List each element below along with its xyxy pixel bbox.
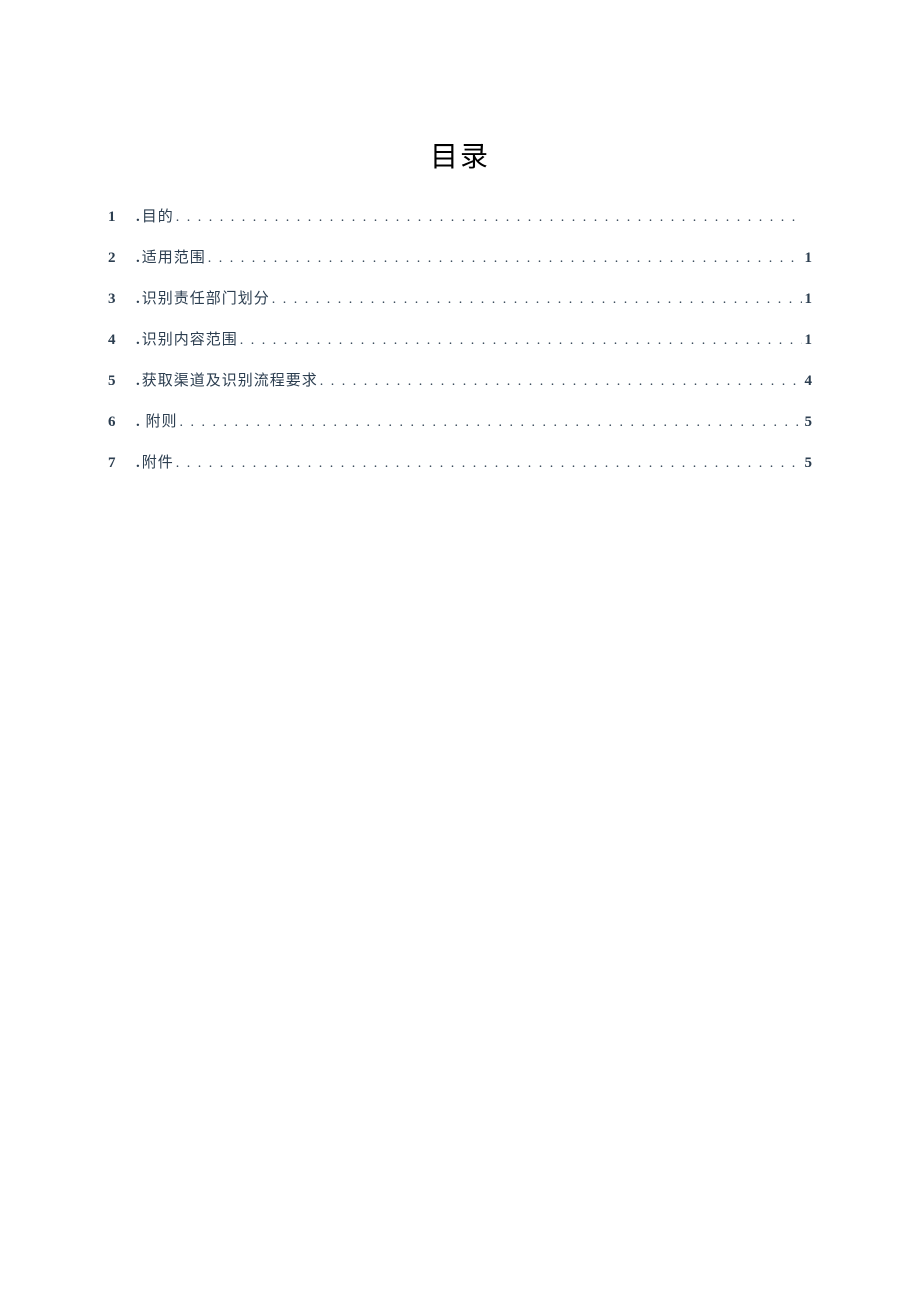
toc-leader xyxy=(238,333,802,349)
toc-number: 6 xyxy=(108,414,136,431)
toc-separator: . xyxy=(136,209,140,226)
toc-entry[interactable]: 5 . 获取渠道及识别流程要求 4 xyxy=(108,369,812,390)
toc-entry[interactable]: 6 . 附则 5 xyxy=(108,410,812,431)
toc-entry[interactable]: 3 . 识别责任部门划分 1 xyxy=(108,287,812,308)
toc-page-number: 1 xyxy=(802,250,812,267)
toc-leader xyxy=(270,292,802,308)
toc-label: 附则 xyxy=(146,410,178,431)
toc-separator: . xyxy=(136,291,140,308)
toc-label: 适用范围 xyxy=(142,246,206,267)
toc-page-number: 1 xyxy=(802,291,812,308)
toc-label: 识别责任部门划分 xyxy=(142,287,270,308)
toc-page-number: 5 xyxy=(802,455,812,472)
toc-entry[interactable]: 1 . 目的 xyxy=(108,205,812,226)
toc-number: 1 xyxy=(108,209,136,226)
toc-number: 2 xyxy=(108,250,136,267)
toc-leader xyxy=(178,415,802,431)
toc-separator: . xyxy=(136,455,140,472)
toc-leader xyxy=(174,210,802,226)
toc-label: 获取渠道及识别流程要求 xyxy=(142,369,318,390)
toc-entry[interactable]: 2 . 适用范围 1 xyxy=(108,246,812,267)
toc-entry[interactable]: 4 . 识别内容范围 1 xyxy=(108,328,812,349)
toc-number: 4 xyxy=(108,332,136,349)
toc-label: 识别内容范围 xyxy=(142,328,238,349)
toc-leader xyxy=(318,374,802,390)
toc-page-number: 5 xyxy=(802,414,812,431)
toc-page-number: 1 xyxy=(802,332,812,349)
toc-entry[interactable]: 7 . 附件 5 xyxy=(108,451,812,472)
toc-number: 3 xyxy=(108,291,136,308)
toc-label: 附件 xyxy=(142,451,174,472)
toc-separator: . xyxy=(136,250,140,267)
toc-separator: . xyxy=(136,332,140,349)
toc-number: 7 xyxy=(108,455,136,472)
toc-leader xyxy=(174,456,802,472)
toc-number: 5 xyxy=(108,373,136,390)
table-of-contents: 1 . 目的 2 . 适用范围 1 3 . 识别责任部门划分 1 4 . 识别内… xyxy=(0,205,920,472)
toc-separator: . xyxy=(136,373,140,390)
toc-label: 目的 xyxy=(142,205,174,226)
page-title: 目录 xyxy=(0,135,920,175)
toc-leader xyxy=(206,251,802,267)
toc-separator: . xyxy=(136,414,144,431)
toc-page-number: 4 xyxy=(802,373,812,390)
